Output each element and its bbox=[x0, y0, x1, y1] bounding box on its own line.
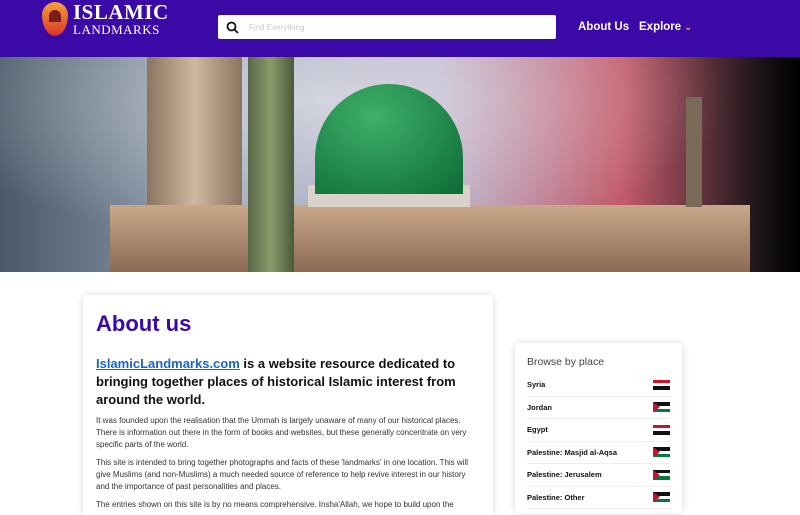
mosque-wall bbox=[110, 205, 750, 272]
header: ISLAMIC LANDMARKS About Us Explore ⌄ bbox=[0, 0, 800, 57]
place-syria[interactable]: Syria bbox=[527, 374, 670, 397]
nav-about-us[interactable]: About Us bbox=[578, 21, 629, 33]
palestine-flag-icon bbox=[653, 469, 670, 480]
paragraph: The entries shown on this site is by no … bbox=[96, 500, 454, 509]
site-logo[interactable]: ISLAMIC LANDMARKS bbox=[42, 2, 169, 36]
syria-flag-icon bbox=[653, 379, 670, 390]
paragraph: It was founded upon the realisation that… bbox=[96, 416, 467, 449]
jordan-flag-icon bbox=[653, 402, 670, 413]
place-jordan[interactable]: Jordan bbox=[527, 397, 670, 419]
site-link[interactable]: IslamicLandmarks.com bbox=[96, 356, 240, 371]
paragraph: This site is intended to bring together … bbox=[96, 458, 469, 491]
palestine-flag-icon bbox=[653, 447, 670, 458]
logo-pin-icon bbox=[42, 2, 68, 36]
place-palestine-jerusalem[interactable]: Palestine: Jerusalem bbox=[527, 464, 670, 487]
search-input[interactable] bbox=[249, 22, 539, 32]
search-icon[interactable] bbox=[226, 21, 239, 34]
search-bar bbox=[218, 15, 556, 39]
minaret bbox=[248, 57, 294, 272]
sidebar-title: Browse by place bbox=[527, 356, 605, 368]
chevron-down-icon: ⌄ bbox=[684, 22, 692, 32]
minaret bbox=[686, 97, 702, 207]
logo-line2: LANDMARKS bbox=[73, 22, 160, 37]
hero-image bbox=[0, 57, 800, 272]
nav-explore[interactable]: Explore ⌄ bbox=[639, 21, 692, 33]
place-palestine-aqsa[interactable]: Palestine: Masjid al-Aqsa bbox=[527, 442, 670, 464]
palestine-flag-icon bbox=[653, 492, 670, 503]
nav-explore-label: Explore bbox=[639, 21, 682, 33]
about-card: About us IslamicLandmarks.com is a websi… bbox=[83, 295, 493, 515]
browse-by-place: Browse by place Syria Jordan Egypt Pales… bbox=[515, 343, 682, 513]
egypt-flag-icon bbox=[653, 424, 670, 435]
logo-line1: ISLAMIC bbox=[73, 0, 169, 24]
minaret bbox=[147, 57, 242, 217]
page-title: About us bbox=[96, 311, 192, 336]
place-palestine-other[interactable]: Palestine: Other bbox=[527, 487, 670, 509]
place-egypt[interactable]: Egypt bbox=[527, 419, 670, 442]
lead-text: IslamicLandmarks.com is a website resour… bbox=[96, 356, 456, 407]
